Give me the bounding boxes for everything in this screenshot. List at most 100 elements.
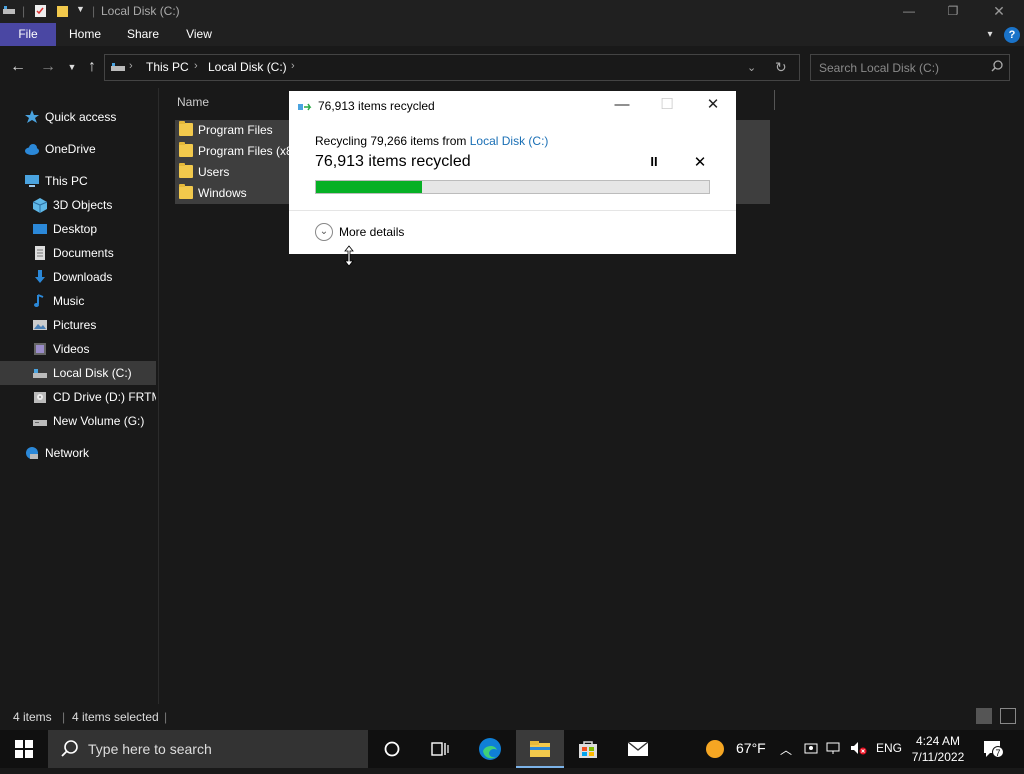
network-icon	[24, 445, 40, 461]
dialog-heading: 76,913 items recycled	[315, 153, 471, 170]
music-icon	[32, 293, 48, 309]
sidebar-item-onedrive[interactable]: OneDrive	[0, 137, 156, 161]
sidebar-item-3d-objects[interactable]: 3D Objects	[0, 193, 156, 217]
store-icon[interactable]	[564, 730, 612, 768]
breadcrumb-separator: ›	[194, 60, 198, 72]
folder-icon	[179, 184, 193, 199]
list-item-label: Users	[198, 165, 230, 179]
sidebar-item-cd-drive[interactable]: CD Drive (D:) FRTMB	[0, 385, 156, 409]
details-view-button[interactable]	[976, 708, 992, 724]
sidebar-item-label: 3D Objects	[53, 198, 113, 212]
sidebar-item-label: CD Drive (D:) FRTMB	[53, 390, 156, 404]
dialog-divider	[289, 210, 736, 211]
up-button[interactable]: ↑	[82, 58, 102, 78]
search-placeholder: Search Local Disk (C:)	[819, 61, 940, 75]
desktop-icon	[32, 221, 48, 237]
input-language[interactable]: ENG	[876, 741, 902, 755]
sidebar-item-videos[interactable]: Videos	[0, 337, 156, 361]
ribbon-expand-icon[interactable]: ▾	[982, 23, 998, 46]
list-item-label: Program Files (x86)	[198, 144, 304, 158]
sidebar-item-label: OneDrive	[45, 142, 96, 156]
properties-icon[interactable]	[34, 4, 48, 19]
source-link[interactable]: Local Disk (C:)	[470, 134, 549, 148]
cancel-button[interactable]: ✕	[692, 153, 708, 171]
new-folder-icon[interactable]	[56, 4, 70, 19]
large-icons-view-button[interactable]	[1000, 708, 1016, 724]
more-details-link[interactable]: More details	[339, 225, 404, 239]
recent-locations-icon[interactable]: ▼	[62, 58, 82, 78]
sidebar-item-label: Documents	[53, 246, 114, 260]
subtitle-text: Recycling 79,266 items from	[315, 134, 470, 148]
file-explorer-icon[interactable]	[516, 730, 564, 768]
chevron-up-icon[interactable]: ︿	[780, 741, 792, 758]
weather-temperature[interactable]: 67°F	[736, 740, 766, 756]
sidebar-item-music[interactable]: Music	[0, 289, 156, 313]
cortana-icon[interactable]	[368, 730, 416, 768]
dialog-minimize-button[interactable]: —	[599, 91, 645, 119]
tab-file[interactable]: File	[0, 23, 56, 46]
breadcrumb-separator: ›	[291, 60, 295, 72]
restore-button[interactable]: ❐	[930, 0, 976, 23]
window-title: Local Disk (C:)	[101, 4, 180, 18]
help-button[interactable]: ?	[1004, 27, 1020, 43]
sidebar-item-label: This PC	[45, 174, 88, 188]
weather-icon[interactable]	[706, 740, 724, 758]
network-status-icon[interactable]	[826, 741, 842, 758]
taskbar-search-input[interactable]: Type here to search	[48, 730, 368, 768]
breadcrumb-this-pc[interactable]: This PC	[146, 60, 189, 74]
sidebar-item-documents[interactable]: Documents	[0, 241, 156, 265]
task-view-icon[interactable]	[416, 730, 464, 768]
address-bar[interactable]: › This PC › Local Disk (C:) › ⌄ ↻	[104, 54, 800, 81]
start-button[interactable]	[0, 730, 48, 768]
meet-now-icon[interactable]	[804, 741, 818, 758]
tab-view[interactable]: View	[176, 23, 222, 46]
progress-bar	[315, 180, 710, 194]
sidebar-item-pictures[interactable]: Pictures	[0, 313, 156, 337]
list-item-label: Windows	[198, 186, 247, 200]
sidebar-item-this-pc[interactable]: This PC	[0, 169, 156, 193]
list-item-label: Program Files	[198, 123, 273, 137]
cd-drive-icon	[32, 389, 48, 405]
sidebar-item-downloads[interactable]: Downloads	[0, 265, 156, 289]
tab-home[interactable]: Home	[62, 23, 108, 46]
sidebar-item-quick-access[interactable]: Quick access	[0, 105, 156, 129]
qa-dropdown-icon[interactable]: ▼	[76, 4, 86, 19]
sidebar-item-label: Music	[53, 294, 85, 308]
drive-icon[interactable]	[2, 4, 16, 19]
edge-browser-icon[interactable]	[466, 730, 514, 768]
minimize-button[interactable]: —	[886, 0, 932, 23]
system-clock[interactable]: 4:24 AM 7/11/2022	[906, 733, 970, 765]
back-button[interactable]: ←	[8, 58, 28, 78]
volume-muted-icon[interactable]	[850, 741, 868, 758]
column-header-name[interactable]: Name	[177, 95, 209, 109]
close-button[interactable]: ✕	[976, 0, 1022, 23]
mail-icon[interactable]	[614, 730, 662, 768]
dialog-maximize-button[interactable]: ☐	[644, 91, 690, 119]
column-resize-handle[interactable]	[774, 90, 775, 110]
pause-button[interactable]: II	[646, 154, 662, 170]
sidebar-item-local-disk[interactable]: Local Disk (C:)	[0, 361, 156, 385]
chevron-down-icon[interactable]: ⌄	[315, 223, 333, 241]
status-bar: 4 items | 4 items selected |	[0, 704, 1024, 730]
dialog-close-button[interactable]: ✕	[690, 91, 736, 119]
tab-share[interactable]: Share	[120, 23, 166, 46]
sidebar-item-label: Pictures	[53, 318, 97, 332]
breadcrumb-local-disk[interactable]: Local Disk (C:)	[208, 60, 287, 74]
forward-button[interactable]: →	[38, 58, 58, 78]
notification-center-icon[interactable]: 7	[982, 739, 1004, 759]
sidebar-item-desktop[interactable]: Desktop	[0, 217, 156, 241]
download-icon	[32, 269, 48, 285]
search-icon	[61, 740, 79, 761]
progress-fill	[316, 181, 422, 193]
ribbon-tabs: File Home Share View ▾ ?	[0, 23, 1024, 46]
sidebar-item-new-volume[interactable]: New Volume (G:)	[0, 409, 156, 433]
notification-count-badge: 7	[992, 746, 1004, 758]
refresh-icon[interactable]: ↻	[775, 59, 787, 76]
search-icon	[991, 60, 1003, 75]
video-icon	[32, 341, 48, 357]
address-dropdown-icon[interactable]: ⌄	[747, 61, 756, 74]
qa-divider: |	[92, 4, 96, 18]
folder-icon	[179, 142, 193, 157]
sidebar-item-network[interactable]: Network	[0, 441, 156, 465]
search-input[interactable]: Search Local Disk (C:)	[810, 54, 1010, 81]
